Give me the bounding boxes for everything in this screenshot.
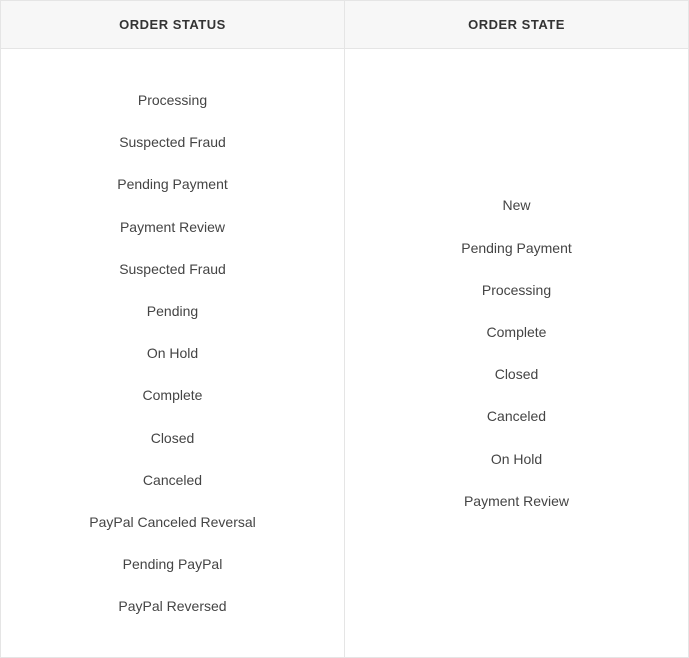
order-state-column: ORDER STATE NewPending PaymentProcessing… <box>345 1 688 657</box>
list-item: Pending <box>147 290 198 332</box>
list-item: On Hold <box>147 332 198 374</box>
list-item: New <box>502 184 530 226</box>
list-item: PayPal Reversed <box>118 585 226 627</box>
list-item: PayPal Canceled Reversal <box>89 501 256 543</box>
list-item: Canceled <box>143 459 202 501</box>
list-item: Complete <box>143 374 203 416</box>
list-item: Suspected Fraud <box>119 248 226 290</box>
list-item: On Hold <box>491 438 542 480</box>
list-item: Closed <box>151 417 195 459</box>
list-item: Pending Payment <box>461 227 572 269</box>
comparison-table: ORDER STATUS ProcessingSuspected FraudPe… <box>0 0 689 658</box>
list-item: Payment Review <box>120 206 225 248</box>
order-state-header: ORDER STATE <box>345 1 688 49</box>
list-item: Pending Payment <box>117 163 228 205</box>
list-item: Payment Review <box>464 480 569 522</box>
list-item: Processing <box>138 79 207 121</box>
order-status-body: ProcessingSuspected FraudPending Payment… <box>1 49 344 657</box>
list-item: Suspected Fraud <box>119 121 226 163</box>
order-state-body: NewPending PaymentProcessingCompleteClos… <box>345 49 688 657</box>
order-status-header: ORDER STATUS <box>1 1 344 49</box>
list-item: Pending PayPal <box>123 543 223 585</box>
order-status-column: ORDER STATUS ProcessingSuspected FraudPe… <box>1 1 345 657</box>
list-item: Processing <box>482 269 551 311</box>
list-item: Closed <box>495 353 539 395</box>
list-item: Complete <box>487 311 547 353</box>
list-item: Canceled <box>487 395 546 437</box>
